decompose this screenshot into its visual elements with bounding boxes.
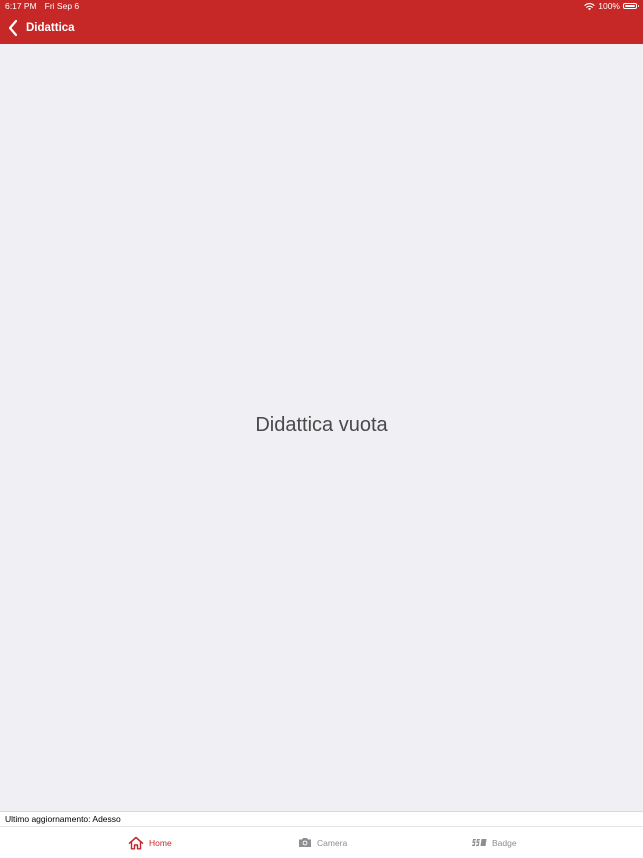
status-right: 100% bbox=[584, 0, 639, 12]
house-icon bbox=[128, 836, 144, 849]
tab-badge-label: Badge bbox=[492, 837, 517, 848]
tab-badge[interactable]: Badge bbox=[472, 827, 517, 858]
tab-camera-label: Camera bbox=[317, 837, 348, 848]
tab-bar: Home Camera Badge bbox=[0, 826, 643, 858]
camera-icon bbox=[299, 838, 311, 847]
nav-bar: Didattica bbox=[0, 14, 643, 42]
app-header: 6:17 PM Fri Sep 6 100% Didattica bbox=[0, 0, 643, 44]
back-button[interactable] bbox=[6, 18, 20, 38]
status-bar: 6:17 PM Fri Sep 6 100% bbox=[0, 0, 643, 12]
tab-home[interactable]: Home bbox=[128, 827, 172, 858]
tab-home-label: Home bbox=[149, 837, 172, 848]
last-update-text: Ultimo aggiornamento: Adesso bbox=[5, 814, 121, 824]
chevron-left-icon bbox=[8, 19, 18, 37]
status-date: Fri Sep 6 bbox=[44, 1, 80, 11]
badge-icon bbox=[472, 839, 487, 846]
empty-state-message: Didattica vuota bbox=[255, 414, 388, 436]
last-update-bar: Ultimo aggiornamento: Adesso bbox=[0, 811, 643, 826]
wifi-icon bbox=[584, 2, 595, 10]
battery-percent: 100% bbox=[598, 1, 620, 11]
battery-fill bbox=[625, 5, 635, 7]
tab-camera[interactable]: Camera bbox=[298, 827, 347, 858]
page-title: Didattica bbox=[26, 22, 75, 34]
battery-icon bbox=[623, 3, 639, 9]
status-time: 6:17 PM bbox=[5, 1, 37, 11]
status-left: 6:17 PM Fri Sep 6 bbox=[5, 0, 87, 12]
